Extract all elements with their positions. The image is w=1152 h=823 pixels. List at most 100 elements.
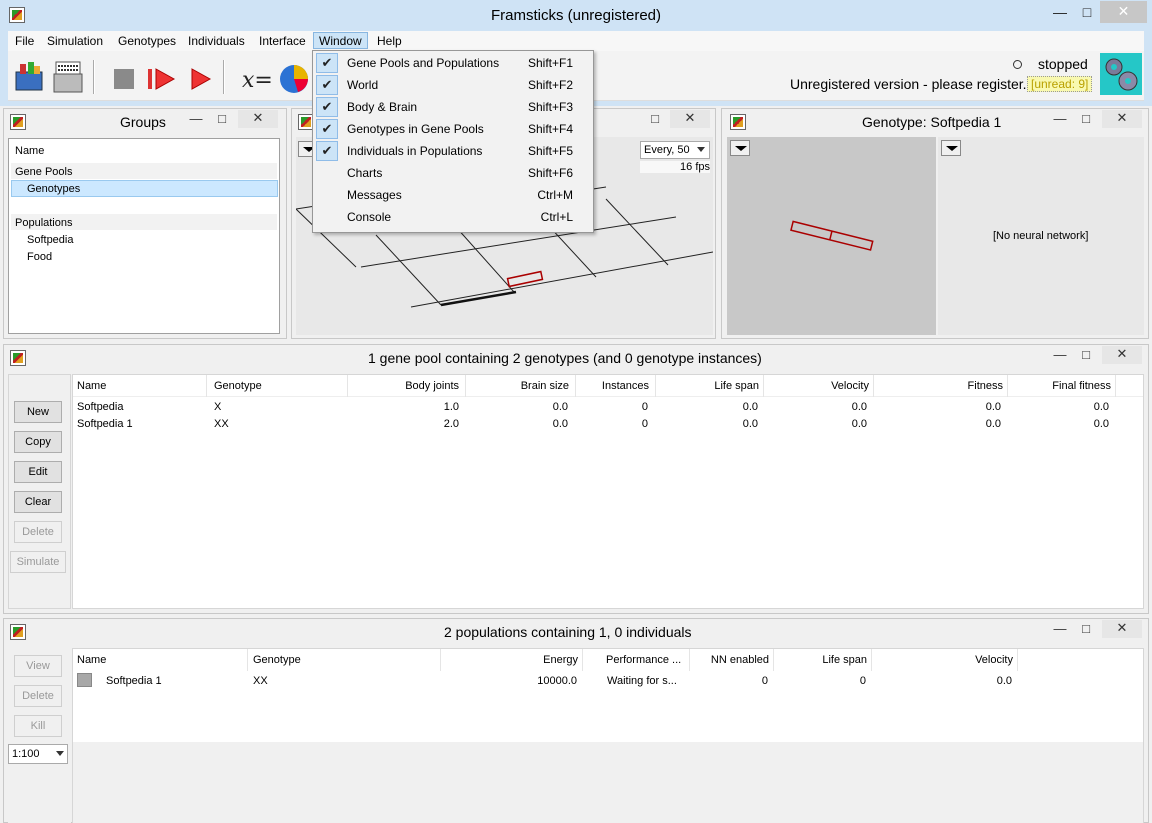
col-velocity[interactable]: Velocity (766, 375, 874, 397)
col-brain-size[interactable]: Brain size (468, 375, 576, 397)
menu-genotypes[interactable]: Genotypes (113, 33, 181, 50)
chevron-down-icon (697, 147, 705, 152)
menu-item-body-and-brain[interactable]: ✔ Body & Brain Shift+F3 (313, 96, 593, 118)
pie-chart-icon[interactable] (276, 61, 312, 97)
col-instances[interactable]: Instances (578, 375, 656, 397)
new-genotype-button[interactable]: New (14, 401, 62, 423)
menu-item-label: Charts (347, 166, 383, 180)
groups-close-button[interactable]: ✕ (238, 110, 278, 128)
groups-minimize-button[interactable]: — (183, 111, 209, 129)
simulation-status: stopped (1038, 56, 1088, 72)
populations-label: Populations (15, 217, 73, 229)
cell-velocity: 0.0 (851, 418, 867, 430)
menu-item-messages[interactable]: Messages Ctrl+M (313, 184, 593, 206)
unread-messages-badge[interactable]: [unread: 9] (1027, 76, 1093, 92)
col-name[interactable]: Name (73, 375, 207, 397)
genepool-maximize-button[interactable]: □ (1073, 347, 1099, 365)
groups-panel-title: Groups (120, 114, 166, 130)
col-life-span[interactable]: Life span (784, 649, 872, 671)
cell-instances: 0 (641, 418, 648, 430)
menu-item-gene-pools-and-populations[interactable]: ✔ Gene Pools and Populations Shift+F1 (313, 52, 593, 74)
menu-item-shortcut: Shift+F1 (527, 56, 573, 70)
minimize-button[interactable]: — (1046, 2, 1074, 24)
cell-velocity: 0.0 (996, 675, 1012, 687)
genepool-close-button[interactable]: ✕ (1102, 346, 1142, 364)
menu-help[interactable]: Help (372, 33, 407, 50)
delete-individual-button[interactable]: Delete (14, 685, 62, 707)
menu-item-genotypes-in-gene-pools[interactable]: ✔ Genotypes in Gene Pools Shift+F4 (313, 118, 593, 140)
simulate-genotype-button[interactable]: Simulate (10, 551, 66, 573)
window-title: Framsticks (unregistered) (490, 7, 662, 24)
gene-pool-item-genotypes[interactable]: Genotypes (27, 183, 80, 195)
menu-window[interactable]: Window (313, 32, 368, 49)
check-icon: ✔ (316, 97, 338, 117)
menu-item-console[interactable]: Console Ctrl+L (313, 206, 593, 228)
cell-body-joints: 1.0 (443, 401, 459, 413)
menu-item-shortcut: Shift+F5 (527, 144, 573, 158)
populations-maximize-button[interactable]: □ (1073, 621, 1099, 639)
cell-genotype: X (214, 401, 222, 413)
menu-item-label: Console (347, 210, 392, 224)
populations-panel-icon (10, 624, 26, 640)
col-performance[interactable]: Performance ... (602, 649, 690, 671)
close-button[interactable]: ✕ (1100, 1, 1147, 23)
menu-item-individuals-in-populations[interactable]: ✔ Individuals in Populations Shift+F5 (313, 140, 593, 162)
cell-body-joints: 2.0 (443, 418, 459, 430)
svg-text:x=: x= (242, 68, 273, 93)
kill-individual-button[interactable]: Kill (14, 715, 62, 737)
population-item-food[interactable]: Food (27, 251, 52, 263)
menu-item-shortcut: Shift+F4 (527, 122, 573, 136)
delete-genotype-button[interactable]: Delete (14, 521, 62, 543)
col-energy[interactable]: Energy (443, 649, 583, 671)
genotype-close-button[interactable]: ✕ (1102, 110, 1142, 128)
play-icon[interactable] (182, 61, 218, 97)
menu-simulation[interactable]: Simulation (42, 33, 108, 50)
populations-minimize-button[interactable]: — (1047, 621, 1073, 639)
col-genotype[interactable]: Genotype (249, 649, 441, 671)
view-individual-button[interactable]: View (14, 655, 62, 677)
menu-item-charts[interactable]: Charts Shift+F6 (313, 162, 593, 184)
step-forward-icon[interactable] (144, 61, 180, 97)
groups-list-header[interactable]: Name (15, 145, 44, 157)
cell-genotype: XX (214, 418, 229, 430)
genepool-minimize-button[interactable]: — (1047, 347, 1073, 365)
col-final-fitness[interactable]: Final fitness (1010, 375, 1116, 397)
stop-icon[interactable] (106, 61, 142, 97)
world-close-button[interactable]: ✕ (670, 110, 710, 128)
formula-icon[interactable]: x= (238, 61, 274, 97)
populations-close-button[interactable]: ✕ (1102, 620, 1142, 638)
menu-item-label: Genotypes in Gene Pools (347, 122, 484, 136)
population-item-softpedia[interactable]: Softpedia (27, 234, 73, 246)
check-icon: ✔ (316, 141, 338, 161)
groups-maximize-button[interactable]: □ (209, 111, 235, 129)
copy-genotype-button[interactable]: Copy (14, 431, 62, 453)
clear-genotypes-button[interactable]: Clear (14, 491, 62, 513)
genotype-maximize-button[interactable]: □ (1073, 111, 1099, 129)
save-disk-icon[interactable] (50, 60, 86, 96)
menu-item-world[interactable]: ✔ World Shift+F2 (313, 74, 593, 96)
col-life-span[interactable]: Life span (658, 375, 764, 397)
menu-interface[interactable]: Interface (254, 33, 311, 50)
brain-view-menu-dropdown[interactable] (941, 140, 961, 156)
col-genotype[interactable]: Genotype (210, 375, 348, 397)
menu-file[interactable]: File (10, 33, 39, 50)
menu-individuals[interactable]: Individuals (183, 33, 250, 50)
open-folder-icon[interactable] (12, 60, 48, 96)
cell-velocity: 0.0 (851, 401, 867, 413)
body-view-menu-dropdown[interactable] (730, 140, 750, 156)
cell-genotype: XX (253, 675, 268, 687)
col-body-joints[interactable]: Body joints (350, 375, 466, 397)
cell-name: Softpedia (77, 401, 124, 413)
register-message[interactable]: Unregistered version - please register. (790, 76, 1027, 92)
world-maximize-button[interactable]: □ (642, 111, 668, 129)
edit-genotype-button[interactable]: Edit (14, 461, 62, 483)
col-name[interactable]: Name (73, 649, 248, 671)
col-fitness[interactable]: Fitness (876, 375, 1008, 397)
body-view[interactable] (727, 137, 936, 335)
cell-fitness: 0.0 (985, 418, 1001, 430)
cell-life-span: 0 (859, 675, 866, 687)
col-velocity[interactable]: Velocity (878, 649, 1018, 671)
genotype-minimize-button[interactable]: — (1047, 111, 1073, 129)
col-nn-enabled[interactable]: NN enabled (692, 649, 774, 671)
maximize-button[interactable]: □ (1073, 2, 1101, 24)
